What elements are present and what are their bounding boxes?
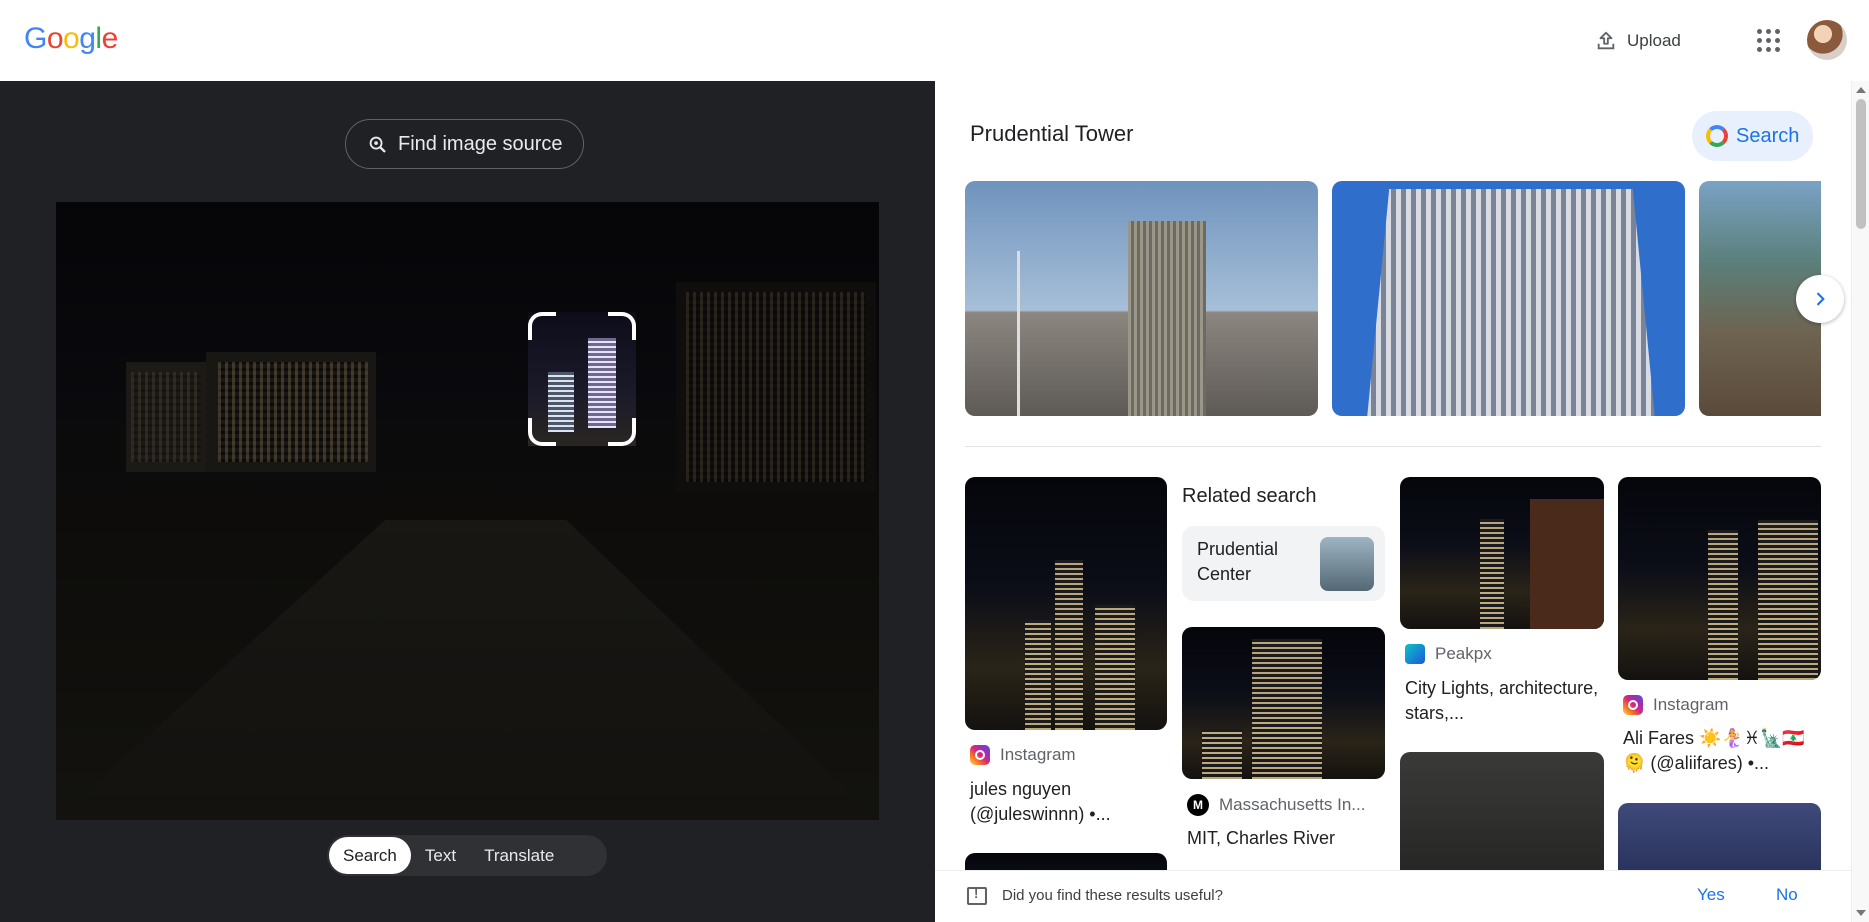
crop-handle-bottom-right[interactable] xyxy=(608,418,636,446)
find-image-source-button[interactable]: Find image source xyxy=(345,119,584,169)
feedback-question: Did you find these results useful? xyxy=(1002,887,1223,904)
result-caption[interactable]: Ali Fares ☀️🧜‍♀️♓🗽🇱🇧 🫠 (@aliifares) •... xyxy=(1623,726,1818,776)
upload-icon xyxy=(1597,31,1615,50)
result-image[interactable] xyxy=(965,477,1167,730)
instagram-icon xyxy=(970,745,990,765)
scrollbar-thumb[interactable] xyxy=(1856,99,1866,229)
entity-title: Prudential Tower xyxy=(970,121,1134,146)
chevron-right-icon xyxy=(1816,292,1825,306)
result-caption[interactable]: City Lights, architecture, stars,... xyxy=(1405,676,1600,726)
entity-image-1[interactable] xyxy=(965,181,1318,416)
logo-letter: o xyxy=(46,22,64,55)
mode-search[interactable]: Search xyxy=(329,837,411,874)
logo-letter: g xyxy=(79,22,96,55)
result-caption[interactable]: jules nguyen (@juleswinnn) •... xyxy=(970,777,1160,827)
avatar[interactable] xyxy=(1807,20,1847,60)
section-divider xyxy=(965,446,1821,447)
crop-handle-bottom-left[interactable] xyxy=(528,418,556,446)
peakpx-icon xyxy=(1405,644,1425,664)
scrollbar[interactable] xyxy=(1851,81,1869,922)
related-search-thumbnail xyxy=(1320,537,1374,591)
crop-handle-top-right[interactable] xyxy=(608,312,636,340)
result-source[interactable]: Instagram xyxy=(970,745,1076,765)
crop-handle-top-left[interactable] xyxy=(528,312,556,340)
mit-icon: M xyxy=(1187,794,1209,816)
instagram-icon xyxy=(1623,695,1643,715)
upload-button[interactable]: Upload xyxy=(1585,22,1691,60)
feedback-bar: Did you find these results useful? Yes N… xyxy=(935,870,1851,922)
feedback-icon xyxy=(967,886,987,905)
mode-translate[interactable]: Translate xyxy=(470,837,568,874)
result-image[interactable] xyxy=(1400,477,1604,629)
entity-search-button[interactable]: Search xyxy=(1692,111,1814,161)
logo-letter: o xyxy=(63,22,80,55)
feedback-yes-button[interactable]: Yes xyxy=(1697,885,1725,905)
image-panel: Find image source Search Text Translate xyxy=(0,81,935,922)
mode-switcher: Search Text Translate xyxy=(327,835,607,876)
result-source[interactable]: M Massachusetts In... xyxy=(1187,794,1365,816)
upload-label: Upload xyxy=(1627,31,1681,50)
find-image-source-label: Find image source xyxy=(398,132,563,155)
carousel-next-button[interactable] xyxy=(1796,275,1844,323)
feedback-no-button[interactable]: No xyxy=(1776,885,1798,905)
query-image[interactable] xyxy=(56,202,879,820)
scroll-up-arrow[interactable] xyxy=(1856,87,1866,93)
results-panel: Prudential Tower Search Instagram jules … xyxy=(935,81,1851,922)
image-search-icon xyxy=(369,136,386,153)
google-logo[interactable]: Google xyxy=(24,22,118,56)
result-image[interactable] xyxy=(1182,627,1385,779)
mode-text[interactable]: Text xyxy=(411,837,470,874)
related-search-title: Related search xyxy=(1182,485,1317,507)
logo-letter: e xyxy=(101,22,119,55)
result-source[interactable]: Instagram xyxy=(1623,695,1729,715)
result-image[interactable] xyxy=(1618,477,1821,680)
google-g-icon xyxy=(1706,125,1728,147)
apps-grid-icon[interactable] xyxy=(1750,22,1786,58)
entity-image-2[interactable] xyxy=(1332,181,1685,416)
related-search-label: Prudential Center xyxy=(1197,539,1279,584)
entity-search-label: Search xyxy=(1736,124,1800,147)
result-source[interactable]: Peakpx xyxy=(1405,644,1492,664)
top-bar: Google Upload xyxy=(0,0,1869,81)
scroll-down-arrow[interactable] xyxy=(1856,910,1866,916)
result-caption[interactable]: MIT, Charles River xyxy=(1187,826,1382,851)
related-search-chip[interactable]: Prudential Center xyxy=(1182,526,1385,601)
logo-letter: G xyxy=(24,22,47,55)
